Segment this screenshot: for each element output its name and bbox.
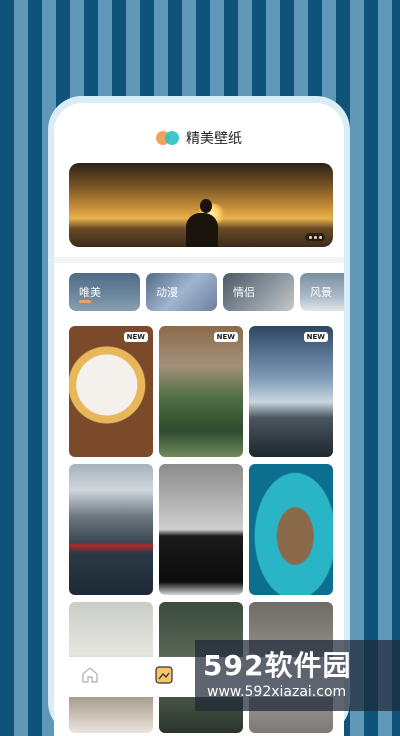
home-icon[interactable] [80,665,100,685]
banner-person-body [186,213,218,247]
category-label: 动漫 [156,286,178,299]
section-divider [54,257,344,263]
banner-person [200,199,212,213]
category-label: 风景 [310,286,332,299]
banner-page-indicator [305,233,325,241]
wallpaper-tile-sea-rock[interactable] [249,464,333,595]
wallpaper-tile-black-white[interactable] [159,464,243,595]
category-label: 情侣 [233,286,255,299]
category-weimei[interactable]: 唯美 [69,273,140,311]
category-dongman[interactable]: 动漫 [146,273,217,311]
wallpaper-tile-city-road[interactable]: NEW [249,326,333,457]
app-title: 精美壁纸 [186,131,242,147]
category-qinglv[interactable]: 情侣 [223,273,294,311]
category-label: 唯美 [79,286,101,299]
wallpaper-tile-mountain-boat[interactable] [69,464,153,595]
indicator-dot [318,235,322,239]
watermark-brand: 592软件园 [203,649,352,682]
wallpaper-tile-food[interactable]: NEW [69,326,153,457]
site-watermark: 592软件园 www.592xiazai.com [195,640,400,711]
indicator-dot [308,235,312,239]
app-header: 精美壁纸 [54,127,344,149]
new-badge: NEW [303,332,328,342]
category-strip: 唯美 动漫 情侣 风景 [69,273,344,313]
wallpaper-tile-greenhouse[interactable]: NEW [159,326,243,457]
new-badge: NEW [213,332,238,342]
category-fengjing[interactable]: 风景 [300,273,344,311]
new-badge: NEW [123,332,148,342]
category-active-indicator [79,300,91,303]
featured-banner[interactable] [69,163,333,247]
wallpaper-icon[interactable] [154,665,174,685]
watermark-url: www.592xiazai.com [207,684,347,700]
indicator-dot [313,235,317,239]
app-logo-icon [156,131,180,145]
